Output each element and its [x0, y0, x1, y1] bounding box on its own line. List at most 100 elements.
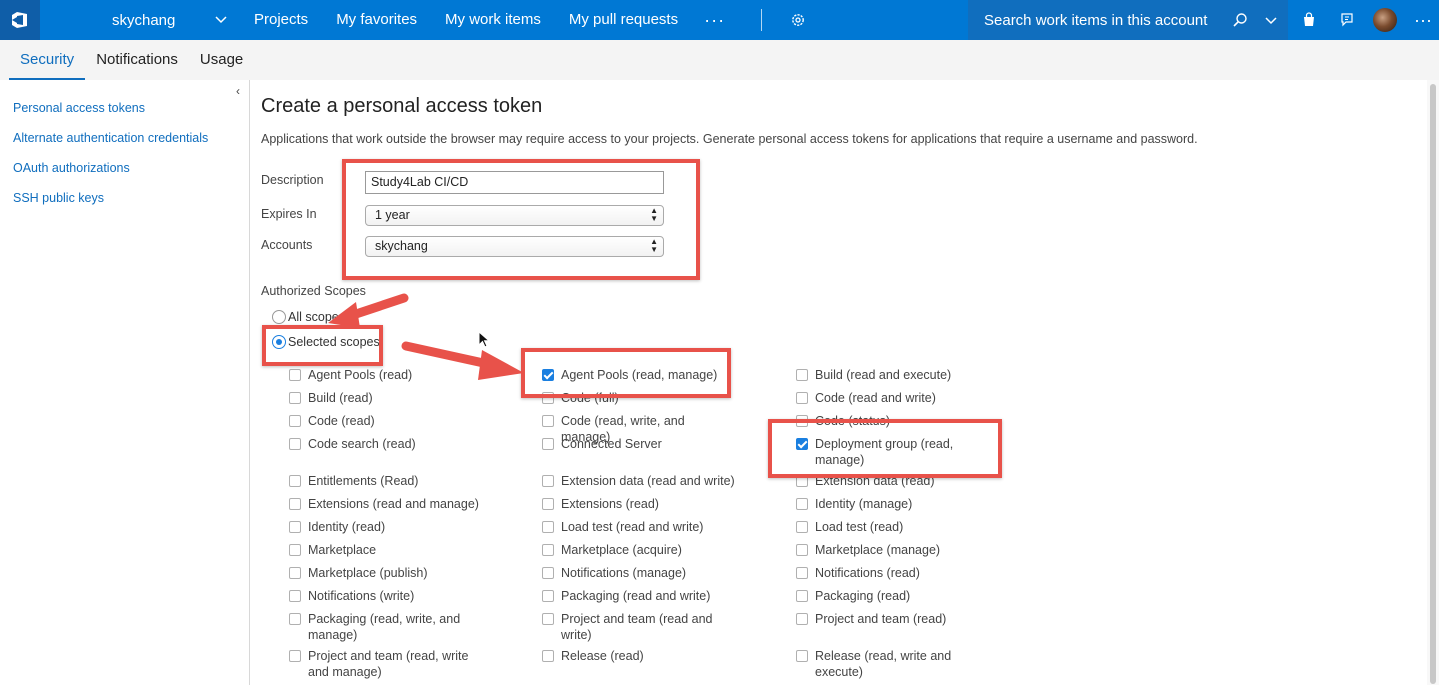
scope-item[interactable]: Connected Server: [542, 436, 736, 452]
collapse-sidebar-icon[interactable]: ‹: [236, 84, 240, 98]
sidebar-item-alternate-credentials[interactable]: Alternate authentication credentials: [13, 131, 208, 145]
scope-item[interactable]: Entitlements (Read): [289, 473, 483, 489]
account-switcher[interactable]: skychang: [40, 0, 240, 40]
scope-checkbox[interactable]: [542, 369, 554, 381]
sidebar-item-personal-access-tokens[interactable]: Personal access tokens: [13, 101, 145, 115]
scope-item[interactable]: Load test (read): [796, 519, 970, 535]
all-scopes-option[interactable]: All scopes: [272, 310, 345, 324]
scope-checkbox[interactable]: [542, 438, 554, 450]
scrollbar-thumb[interactable]: [1430, 84, 1436, 684]
scope-checkbox[interactable]: [289, 544, 301, 556]
chevron-down-icon[interactable]: [1264, 14, 1278, 28]
scope-checkbox[interactable]: [542, 650, 554, 662]
scope-item[interactable]: Marketplace (publish): [289, 565, 483, 581]
scope-item[interactable]: Marketplace (acquire): [542, 542, 736, 558]
scope-checkbox[interactable]: [542, 590, 554, 602]
vsts-logo-icon[interactable]: [0, 0, 40, 40]
scope-checkbox[interactable]: [542, 498, 554, 510]
scope-checkbox[interactable]: [289, 392, 301, 404]
scope-checkbox[interactable]: [796, 498, 808, 510]
tab-usage[interactable]: Usage: [189, 40, 254, 80]
sidebar-item-oauth-authorizations[interactable]: OAuth authorizations: [13, 161, 130, 175]
scope-checkbox[interactable]: [542, 613, 554, 625]
scope-checkbox[interactable]: [289, 521, 301, 533]
scope-item[interactable]: Packaging (read and write): [542, 588, 736, 604]
scope-checkbox[interactable]: [289, 438, 301, 450]
scope-checkbox[interactable]: [796, 392, 808, 404]
scrollbar[interactable]: [1427, 80, 1439, 685]
scope-item[interactable]: Project and team (read and write): [542, 611, 736, 643]
scope-checkbox[interactable]: [289, 650, 301, 662]
scope-checkbox[interactable]: [542, 567, 554, 579]
scope-item[interactable]: Packaging (read, write, and manage): [289, 611, 483, 643]
scope-checkbox[interactable]: [796, 544, 808, 556]
user-avatar[interactable]: [1366, 0, 1404, 40]
scope-item[interactable]: Load test (read and write): [542, 519, 736, 535]
scope-item[interactable]: Code search (read): [289, 436, 483, 452]
scope-item[interactable]: Notifications (write): [289, 588, 483, 604]
scope-item[interactable]: Code (full): [542, 390, 736, 406]
scope-item[interactable]: Project and team (read): [796, 611, 970, 627]
all-scopes-radio[interactable]: [272, 310, 286, 324]
scope-checkbox[interactable]: [289, 498, 301, 510]
scope-item[interactable]: Agent Pools (read, manage): [542, 367, 736, 383]
scope-item[interactable]: Packaging (read): [796, 588, 970, 604]
scope-item[interactable]: Agent Pools (read): [289, 367, 483, 383]
search-icon[interactable]: [1232, 12, 1248, 28]
search-box[interactable]: Search work items in this account: [968, 0, 1288, 40]
scope-checkbox[interactable]: [289, 590, 301, 602]
scope-item[interactable]: Extension data (read): [796, 473, 970, 489]
more-icon[interactable]: ···: [692, 0, 737, 40]
tab-security[interactable]: Security: [9, 40, 86, 80]
scope-item[interactable]: Marketplace: [289, 542, 483, 558]
scope-checkbox[interactable]: [542, 475, 554, 487]
description-field[interactable]: Study4Lab CI/CD: [365, 171, 664, 194]
scope-checkbox[interactable]: [796, 369, 808, 381]
scope-checkbox[interactable]: [796, 475, 808, 487]
selected-scopes-option[interactable]: Selected scopes: [272, 335, 380, 349]
nav-my-work-items[interactable]: My work items: [431, 0, 555, 40]
scope-checkbox[interactable]: [289, 475, 301, 487]
scope-checkbox[interactable]: [289, 567, 301, 579]
scope-checkbox[interactable]: [796, 521, 808, 533]
scope-item[interactable]: Project and team (read, write and manage…: [289, 648, 483, 680]
scope-item[interactable]: Extensions (read and manage): [289, 496, 483, 512]
scope-checkbox[interactable]: [796, 650, 808, 662]
nav-my-favorites[interactable]: My favorites: [322, 0, 431, 40]
tab-notifications[interactable]: Notifications: [85, 40, 189, 80]
scope-item[interactable]: Notifications (manage): [542, 565, 736, 581]
scope-item[interactable]: Extensions (read): [542, 496, 736, 512]
scope-checkbox[interactable]: [542, 521, 554, 533]
scope-item[interactable]: Identity (read): [289, 519, 483, 535]
scope-checkbox[interactable]: [542, 415, 554, 427]
scope-checkbox[interactable]: [289, 369, 301, 381]
scope-item[interactable]: Code (status): [796, 413, 970, 429]
scope-item[interactable]: Release (read): [542, 648, 736, 664]
accounts-select[interactable]: skychang ▲ ▼: [365, 236, 664, 257]
scope-item[interactable]: Code (read and write): [796, 390, 970, 406]
selected-scopes-radio[interactable]: [272, 335, 286, 349]
scope-checkbox[interactable]: [796, 415, 808, 427]
scope-item[interactable]: Identity (manage): [796, 496, 970, 512]
scope-item[interactable]: Deployment group (read, manage): [796, 436, 970, 468]
scope-item[interactable]: Build (read and execute): [796, 367, 970, 383]
marketplace-bag-icon[interactable]: [1290, 0, 1328, 40]
nav-my-pull-requests[interactable]: My pull requests: [555, 0, 692, 40]
scope-checkbox[interactable]: [796, 438, 808, 450]
scope-checkbox[interactable]: [289, 415, 301, 427]
scope-item[interactable]: Notifications (read): [796, 565, 970, 581]
scope-item[interactable]: Build (read): [289, 390, 483, 406]
scope-item[interactable]: Marketplace (manage): [796, 542, 970, 558]
nav-projects[interactable]: Projects: [240, 0, 322, 40]
scope-item[interactable]: Code (read): [289, 413, 483, 429]
scope-checkbox[interactable]: [796, 567, 808, 579]
scope-checkbox[interactable]: [796, 613, 808, 625]
sidebar-item-ssh-public-keys[interactable]: SSH public keys: [13, 191, 104, 205]
expires-select[interactable]: 1 year ▲ ▼: [365, 205, 664, 226]
scope-checkbox[interactable]: [289, 613, 301, 625]
scope-checkbox[interactable]: [542, 544, 554, 556]
scope-checkbox[interactable]: [542, 392, 554, 404]
gear-icon[interactable]: [778, 0, 818, 40]
scope-item[interactable]: Extension data (read and write): [542, 473, 736, 489]
scope-checkbox[interactable]: [796, 590, 808, 602]
